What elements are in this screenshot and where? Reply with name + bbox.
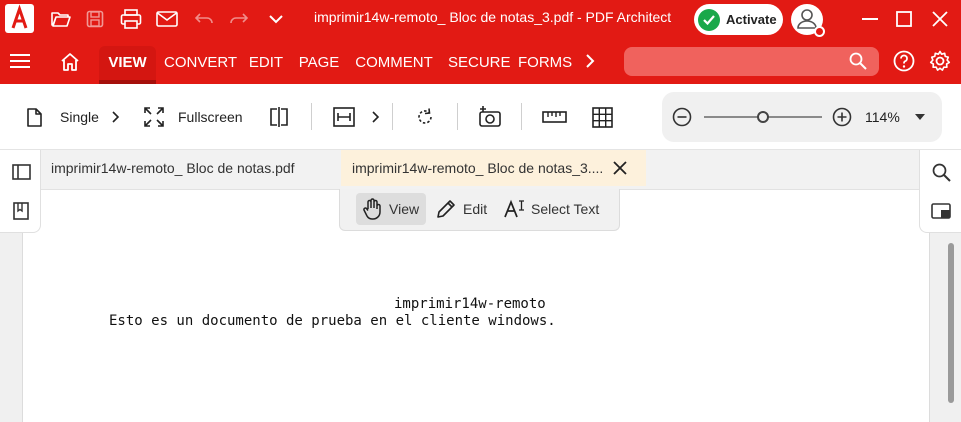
zoom-out-icon[interactable] xyxy=(672,107,692,127)
document-tabs: imprimir14w-remoto_ Bloc de notas.pdf im… xyxy=(41,150,919,190)
ribbon-tabs: VIEW CONVERT EDIT PAGE COMMENT SECURE FO… xyxy=(0,38,961,84)
activate-label: Activate xyxy=(726,12,777,27)
email-icon[interactable] xyxy=(154,6,180,32)
ruler-icon[interactable] xyxy=(542,84,567,150)
mode-view-button[interactable]: View xyxy=(356,193,426,225)
pencil-icon xyxy=(437,200,455,218)
close-tab-icon[interactable] xyxy=(613,161,627,175)
tab-page[interactable]: PAGE xyxy=(298,46,340,84)
tab-forms[interactable]: FORMS xyxy=(518,46,572,84)
left-panel-rail xyxy=(0,150,41,233)
redo-icon[interactable] xyxy=(226,6,252,32)
single-chevron-icon[interactable] xyxy=(112,84,120,150)
maximize-icon[interactable] xyxy=(889,4,919,34)
user-avatar-icon[interactable] xyxy=(791,4,825,37)
home-icon[interactable] xyxy=(55,46,85,76)
print-icon[interactable] xyxy=(118,6,144,32)
activate-button[interactable]: Activate xyxy=(694,4,783,35)
zoom-slider-thumb[interactable] xyxy=(757,111,769,123)
chevron-right-icon[interactable] xyxy=(575,46,605,76)
snapshot-camera-icon[interactable] xyxy=(478,84,502,150)
two-page-icon[interactable] xyxy=(269,84,289,150)
checkmark-icon xyxy=(698,8,720,31)
find-search-icon[interactable] xyxy=(929,160,953,184)
zoom-dropdown-icon[interactable] xyxy=(915,114,925,120)
tab-view[interactable]: VIEW xyxy=(99,46,156,84)
undo-icon[interactable] xyxy=(191,6,217,32)
rotate-icon[interactable] xyxy=(415,84,435,150)
minimize-icon[interactable] xyxy=(855,4,885,34)
mode-select-text-label: Select Text xyxy=(531,201,600,217)
properties-panel-icon[interactable] xyxy=(929,199,953,223)
tab-secure[interactable]: SECURE xyxy=(448,46,511,84)
open-folder-icon[interactable] xyxy=(48,6,74,32)
window-title: imprimir14w-remoto_ Bloc de notas_3.pdf … xyxy=(314,9,672,25)
close-window-icon[interactable] xyxy=(925,4,955,34)
fullscreen-button[interactable]: Fullscreen xyxy=(144,84,243,150)
single-label: Single xyxy=(60,109,99,125)
text-cursor-icon xyxy=(504,199,524,218)
tab-comment[interactable]: COMMENT xyxy=(352,46,436,84)
hamburger-menu-icon[interactable] xyxy=(5,46,35,76)
chevron-down-icon[interactable] xyxy=(263,6,289,32)
mode-edit-label: Edit xyxy=(463,201,488,217)
zoom-percent[interactable]: 114% xyxy=(865,109,900,125)
fullscreen-icon xyxy=(144,107,164,127)
settings-gear-icon[interactable] xyxy=(925,46,955,76)
panel-toggle-icon[interactable] xyxy=(9,160,33,184)
document-line-2: Esto es un documento de prueba en el cli… xyxy=(109,313,556,329)
document-line-1: imprimir14w-remoto xyxy=(394,296,546,312)
mode-view-label: View xyxy=(389,201,420,217)
save-icon[interactable] xyxy=(82,6,108,32)
doc-tab-2-label: imprimir14w-remoto_ Bloc de notas_3.... xyxy=(352,160,604,176)
doc-tab-2[interactable]: imprimir14w-remoto_ Bloc de notas_3.... xyxy=(341,150,646,186)
fit-width-icon[interactable] xyxy=(333,84,355,150)
search-icon xyxy=(849,52,867,70)
bookmark-icon[interactable] xyxy=(9,199,33,223)
tab-convert[interactable]: CONVERT xyxy=(164,46,237,84)
page-icon xyxy=(27,107,42,127)
right-panel-rail xyxy=(919,150,961,233)
hand-icon xyxy=(363,198,381,220)
search-input[interactable] xyxy=(624,47,879,76)
fullscreen-label: Fullscreen xyxy=(178,109,243,125)
single-page-button[interactable]: Single xyxy=(26,84,99,150)
help-icon[interactable] xyxy=(889,46,919,76)
zoom-in-icon[interactable] xyxy=(832,107,852,127)
app-logo-icon xyxy=(5,4,34,33)
doc-tab-1[interactable]: imprimir14w-remoto_ Bloc de notas.pdf xyxy=(41,150,341,186)
mode-select-text-button[interactable]: Select Text xyxy=(504,193,599,225)
fit-chevron-icon[interactable] xyxy=(372,84,380,150)
title-bar: imprimir14w-remoto_ Bloc de notas_3.pdf … xyxy=(0,0,961,38)
interaction-mode-bar: View Edit Select Text xyxy=(339,189,620,231)
zoom-control: 114% xyxy=(662,92,942,142)
vertical-scrollbar[interactable] xyxy=(948,243,954,403)
view-toolbar: Single Fullscreen 114% xyxy=(0,84,961,150)
mode-edit-button[interactable]: Edit xyxy=(436,193,487,225)
tab-edit[interactable]: EDIT xyxy=(246,46,286,84)
grid-icon[interactable] xyxy=(592,84,613,150)
